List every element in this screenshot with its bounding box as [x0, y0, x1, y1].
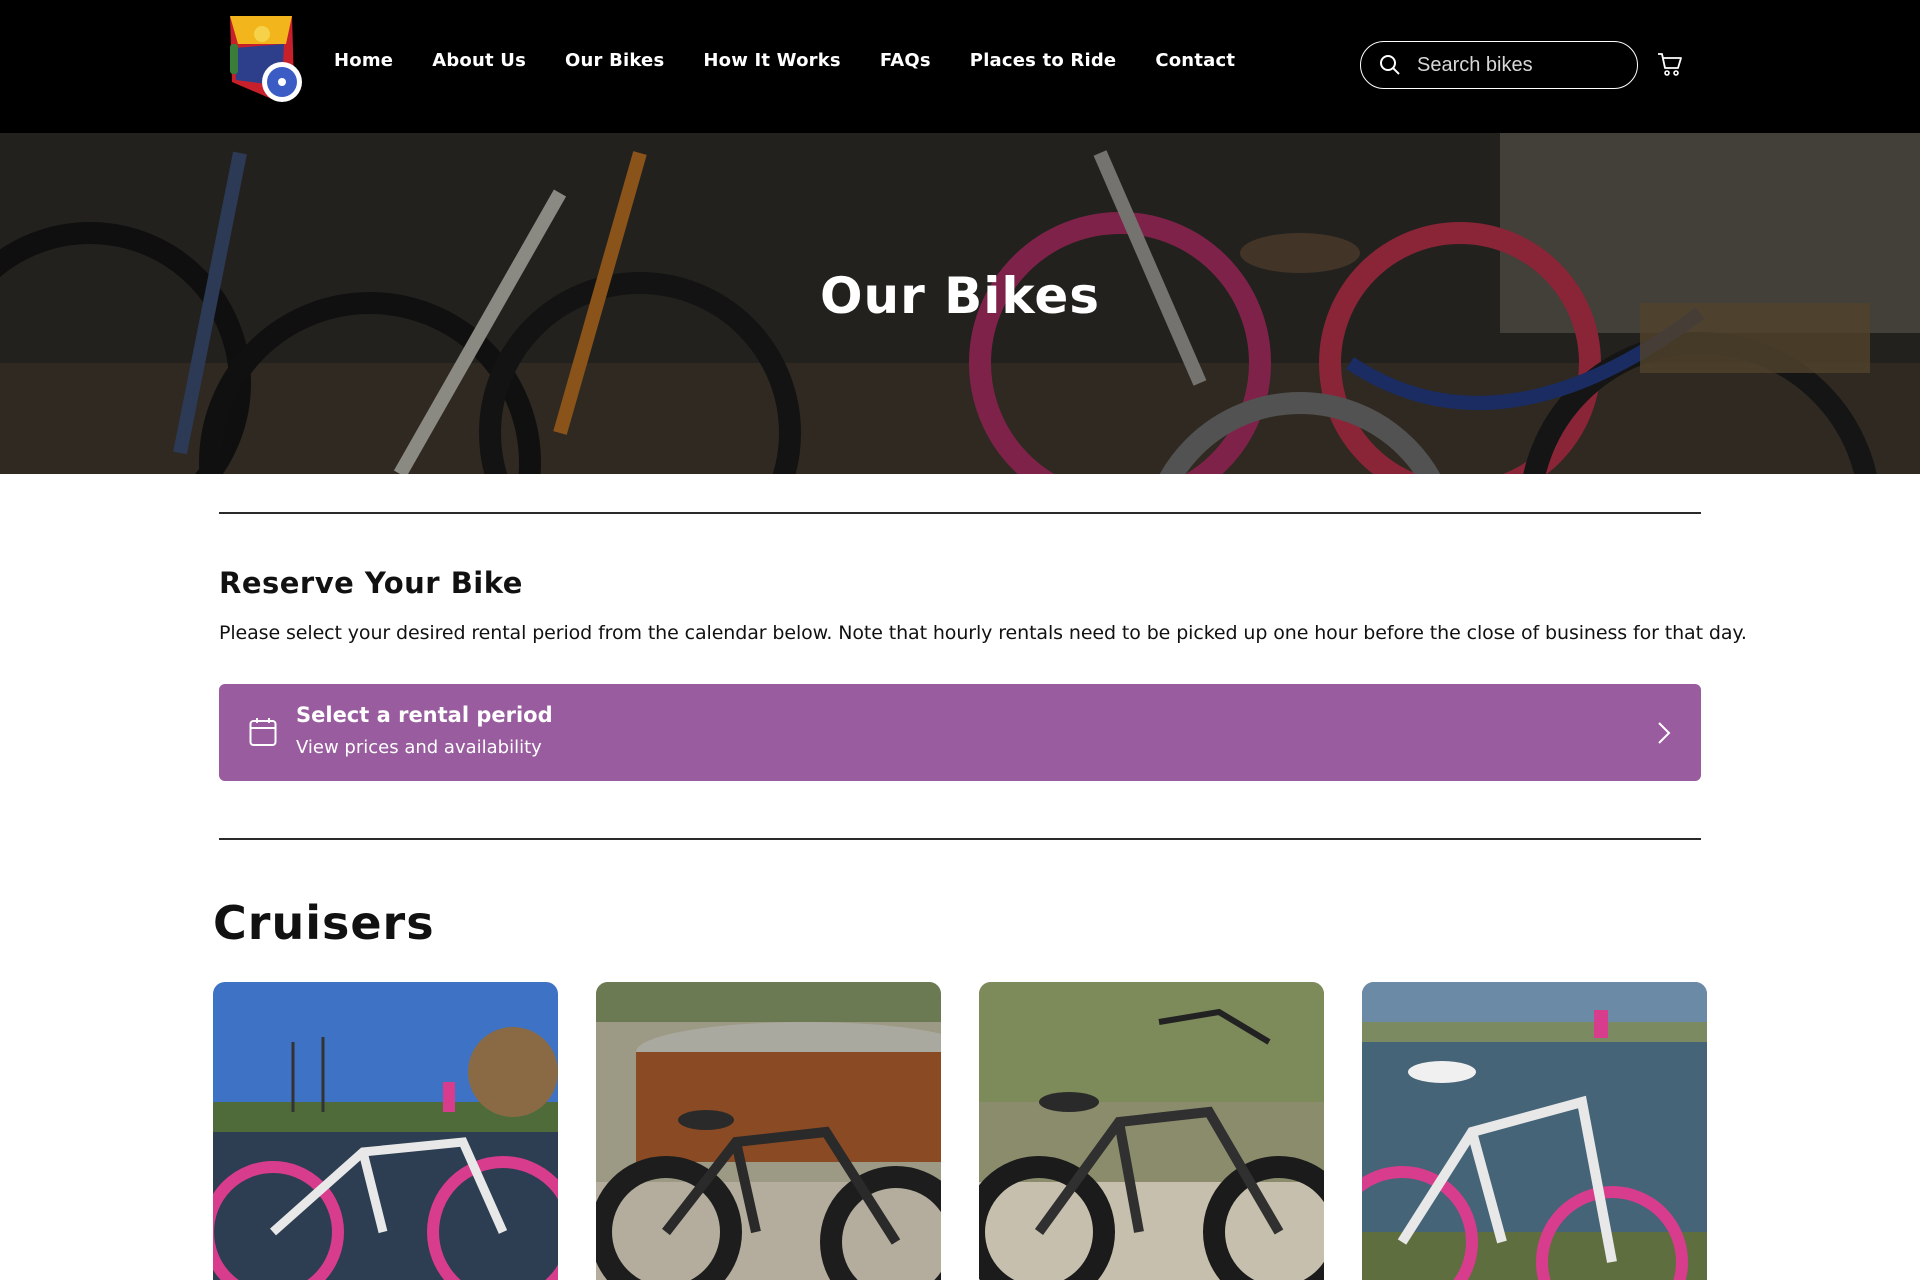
calendar-icon: [249, 718, 277, 746]
chevron-right-icon: [1658, 722, 1671, 744]
rental-button-subtitle: View prices and availability: [296, 737, 542, 758]
nav-about-us[interactable]: About Us: [432, 50, 526, 71]
bike-photo: [213, 982, 558, 1280]
bike-photo: [1362, 982, 1707, 1280]
bike-card[interactable]: [1362, 982, 1707, 1280]
hero-banner: Our Bikes: [0, 133, 1920, 474]
nav-places-to-ride[interactable]: Places to Ride: [970, 50, 1117, 71]
nav-contact[interactable]: Contact: [1155, 50, 1235, 71]
rental-button-title: Select a rental period: [296, 703, 553, 727]
divider-bottom: [219, 838, 1701, 840]
bike-card[interactable]: [979, 982, 1324, 1280]
main-nav: Home About Us Our Bikes How It Works FAQ…: [334, 50, 1235, 71]
bike-photo: [596, 982, 941, 1280]
bike-card[interactable]: [596, 982, 941, 1280]
bike-photo: [979, 982, 1324, 1280]
reserve-description: Please select your desired rental period…: [219, 622, 1747, 644]
cart-icon[interactable]: [1656, 50, 1684, 78]
cruisers-heading: Cruisers: [213, 896, 435, 950]
page-title: Our Bikes: [820, 267, 1100, 325]
site-header: Home About Us Our Bikes How It Works FAQ…: [0, 0, 1920, 133]
nav-faqs[interactable]: FAQs: [880, 50, 931, 71]
divider-top: [219, 512, 1701, 514]
nav-how-it-works[interactable]: How It Works: [703, 50, 840, 71]
site-logo[interactable]: [224, 14, 304, 106]
nav-our-bikes[interactable]: Our Bikes: [565, 50, 664, 71]
search-icon: [1380, 55, 1400, 75]
reserve-heading: Reserve Your Bike: [219, 566, 523, 600]
select-rental-period-button[interactable]: Select a rental period View prices and a…: [219, 684, 1701, 781]
bike-card[interactable]: [213, 982, 558, 1280]
search-input[interactable]: [1415, 52, 1629, 78]
search-box[interactable]: [1360, 41, 1638, 89]
nav-home[interactable]: Home: [334, 50, 393, 71]
